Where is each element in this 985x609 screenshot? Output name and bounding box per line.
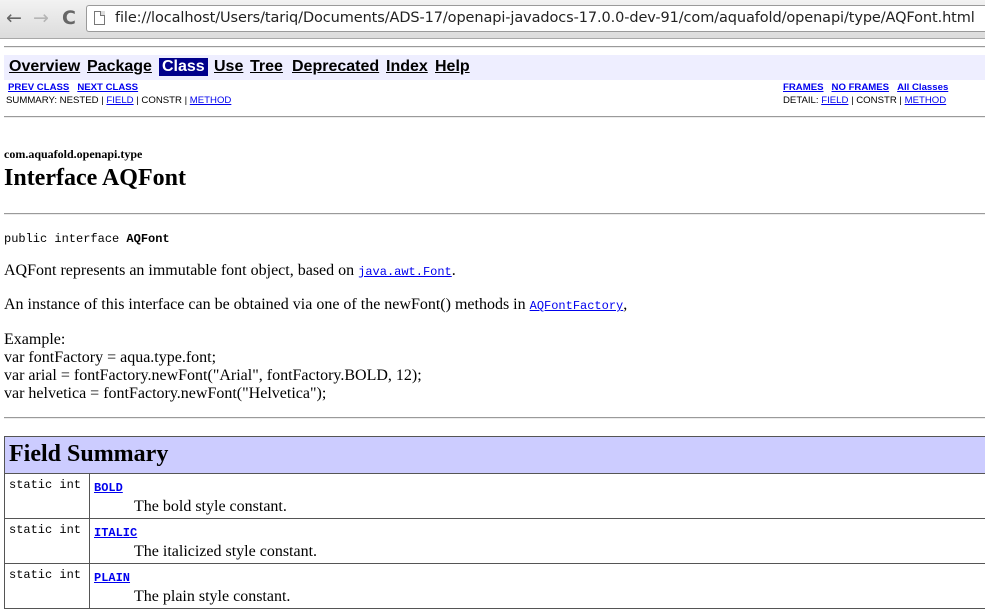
detail-mid: | CONSTR | <box>848 95 904 106</box>
table-row: static int BOLD The bold style constant. <box>5 474 985 519</box>
java-awt-font-link[interactable]: java.awt.Font <box>358 265 452 279</box>
field-description: The italicized style constant. <box>134 543 985 561</box>
description-paragraph-1: AQFont represents an immutable font obje… <box>4 262 456 280</box>
summary-links: SUMMARY: NESTED | FIELD | CONSTR | METHO… <box>6 95 231 106</box>
field-description: The bold style constant. <box>134 498 985 516</box>
nav-help[interactable]: Help <box>435 58 470 76</box>
signature-name: AQFont <box>126 232 169 246</box>
divider <box>4 46 985 48</box>
url-text[interactable]: file://localhost/Users/tariq/Documents/A… <box>115 10 975 26</box>
address-bar[interactable]: file://localhost/Users/tariq/Documents/A… <box>86 5 985 32</box>
page-title: Interface AQFont <box>4 165 186 192</box>
nav-overview[interactable]: Overview <box>9 58 80 76</box>
field-bold-link[interactable]: BOLD <box>94 481 123 495</box>
field-type: static int <box>5 519 90 564</box>
field-italic-link[interactable]: ITALIC <box>94 526 137 540</box>
field-cell: PLAIN The plain style constant. <box>90 564 985 609</box>
forward-arrow-icon[interactable]: → <box>31 7 51 29</box>
field-type: static int <box>5 474 90 519</box>
p1-text: AQFont represents an immutable font obje… <box>4 262 358 279</box>
field-type: static int <box>5 564 90 609</box>
no-frames-link[interactable]: NO FRAMES <box>832 82 890 93</box>
detail-method-link[interactable]: METHOD <box>905 95 947 106</box>
summary-prefix: SUMMARY: NESTED | <box>6 95 106 106</box>
interface-signature: public interface AQFont <box>4 232 170 246</box>
back-arrow-icon[interactable]: ← <box>4 7 24 29</box>
table-row: static int ITALIC The italicized style c… <box>5 519 985 564</box>
aqfontfactory-link[interactable]: AQFontFactory <box>530 299 624 313</box>
frames-link[interactable]: FRAMES <box>783 82 824 93</box>
divider <box>4 417 985 419</box>
field-cell: BOLD The bold style constant. <box>90 474 985 519</box>
nav-index[interactable]: Index <box>386 58 428 76</box>
summary-field-link[interactable]: FIELD <box>106 95 133 106</box>
p2-text: An instance of this interface can be obt… <box>4 296 530 313</box>
browser-toolbar: ← → C file://localhost/Users/tariq/Docum… <box>0 0 985 39</box>
reload-icon[interactable]: C <box>59 7 79 29</box>
p1-end: . <box>452 262 456 279</box>
javadoc-navbar: Overview Package Class Use Tree Deprecat… <box>4 55 985 80</box>
all-classes-link[interactable]: All Classes <box>897 82 948 93</box>
nav-package[interactable]: Package <box>87 58 152 76</box>
field-summary-header: Field Summary <box>5 437 985 474</box>
example-line: var helvetica = fontFactory.newFont("Hel… <box>4 385 422 403</box>
next-class-link[interactable]: NEXT CLASS <box>77 82 138 93</box>
nav-use[interactable]: Use <box>214 58 243 76</box>
detail-field-link[interactable]: FIELD <box>821 95 848 106</box>
field-summary-title: Field Summary <box>5 437 985 468</box>
description-paragraph-2: An instance of this interface can be obt… <box>4 296 627 314</box>
detail-links: DETAIL: FIELD | CONSTR | METHOD <box>783 95 946 106</box>
field-description: The plain style constant. <box>134 588 985 606</box>
divider <box>4 116 985 118</box>
frame-links: FRAMES NO FRAMES All Classes <box>783 82 948 93</box>
summary-method-link[interactable]: METHOD <box>190 95 232 106</box>
summary-mid: | CONSTR | <box>134 95 190 106</box>
package-name: com.aquafold.openapi.type <box>4 147 142 162</box>
example-line: var arial = fontFactory.newFont("Arial",… <box>4 367 422 385</box>
field-summary-table: Field Summary static int BOLD The bold s… <box>4 436 985 609</box>
field-cell: ITALIC The italicized style constant. <box>90 519 985 564</box>
field-plain-link[interactable]: PLAIN <box>94 571 130 585</box>
example-line: var fontFactory = aqua.type.font; <box>4 349 422 367</box>
nav-deprecated[interactable]: Deprecated <box>292 58 379 76</box>
prev-class-link[interactable]: PREV CLASS <box>8 82 69 93</box>
page-icon <box>94 11 105 25</box>
divider <box>4 213 985 215</box>
p2-end: , <box>623 296 627 313</box>
class-nav-links: PREV CLASS NEXT CLASS <box>8 82 138 93</box>
example-line: Example: <box>4 331 422 349</box>
table-row: static int PLAIN The plain style constan… <box>5 564 985 609</box>
nav-tree[interactable]: Tree <box>250 58 283 76</box>
nav-class: Class <box>159 58 208 76</box>
detail-prefix: DETAIL: <box>783 95 821 106</box>
signature-prefix: public interface <box>4 232 126 246</box>
example-block: Example: var fontFactory = aqua.type.fon… <box>4 331 422 403</box>
